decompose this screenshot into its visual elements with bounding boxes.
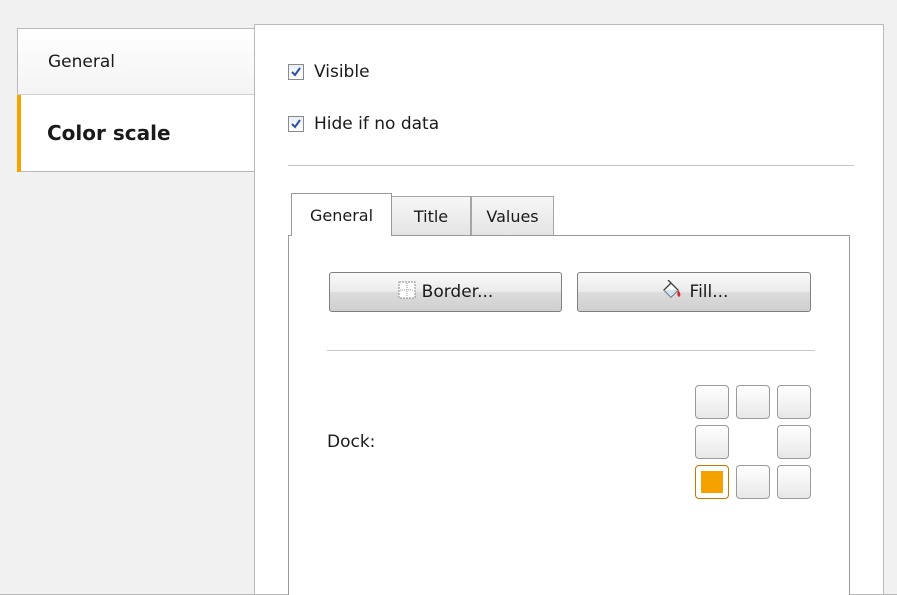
hide-if-no-data-checkbox-label: Hide if no data (314, 114, 440, 134)
dock-bottom-center[interactable] (736, 465, 770, 499)
border-icon (398, 281, 416, 304)
inner-tab-title[interactable]: Title (391, 196, 471, 235)
inner-tab-values[interactable]: Values (471, 196, 554, 235)
left-tab-color-scale[interactable]: Color scale (17, 95, 254, 172)
border-button[interactable]: Border... (329, 272, 562, 312)
paint-bucket-icon (660, 279, 684, 305)
section-divider (288, 165, 854, 166)
color-scale-options-window: General Color scale Visible Hide if no d… (0, 0, 897, 595)
left-tab-general-label: General (48, 51, 115, 72)
visible-checkbox-label: Visible (314, 62, 370, 82)
dock-middle-right[interactable] (777, 425, 811, 459)
inner-tab-values-label: Values (486, 206, 539, 226)
fill-button-label: Fill... (689, 282, 729, 302)
dock-bottom-right[interactable] (777, 465, 811, 499)
inner-tab-general[interactable]: General (291, 193, 392, 236)
fill-button[interactable]: Fill... (577, 272, 811, 312)
dock-selected-indicator (701, 471, 723, 493)
active-tab-accent-bar (17, 95, 21, 172)
border-button-label: Border... (421, 282, 494, 302)
dock-top-center[interactable] (736, 385, 770, 419)
hide-if-no-data-checkbox-row[interactable]: Hide if no data (288, 114, 439, 134)
left-tab-color-scale-label: Color scale (47, 121, 171, 145)
visible-checkbox[interactable] (288, 64, 304, 80)
dock-position-grid (695, 385, 815, 500)
left-tab-general[interactable]: General (17, 28, 254, 95)
buttons-divider (327, 350, 815, 351)
visible-checkbox-row[interactable]: Visible (288, 62, 370, 82)
dock-middle-left[interactable] (695, 425, 729, 459)
checkmark-icon (291, 67, 301, 77)
checkmark-icon (291, 119, 301, 129)
hide-if-no-data-checkbox[interactable] (288, 116, 304, 132)
dock-bottom-left[interactable] (695, 465, 729, 499)
inner-tab-general-label: General (309, 205, 374, 225)
dock-top-left[interactable] (695, 385, 729, 419)
inner-tab-title-label: Title (413, 206, 449, 226)
dock-top-right[interactable] (777, 385, 811, 419)
dock-label: Dock: (327, 432, 376, 452)
